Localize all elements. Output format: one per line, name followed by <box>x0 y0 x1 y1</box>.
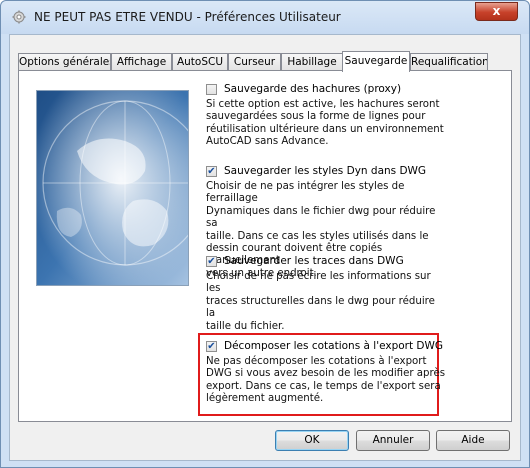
option-decompose-dimensions: ✔ Décomposer les cotations à l'export DW… <box>206 340 446 406</box>
tab-autoscu[interactable]: AutoSCU <box>172 53 228 70</box>
checkbox-label: Sauvegarder les styles Dyn dans DWG <box>224 165 427 177</box>
globe-map-icon <box>37 91 188 285</box>
checkbox-dyn-styles[interactable]: ✔ <box>206 166 217 177</box>
description-line: DWG si vous avez besoin de les modifier … <box>206 368 446 380</box>
tab-affichage[interactable]: Affichage <box>111 53 172 70</box>
description-line: réutilisation ultérieure dans un environ… <box>206 123 444 135</box>
description-line: AutoCAD sans Advance. <box>206 136 329 148</box>
description-line: Dynamiques dans le fichier dwg pour rédu… <box>206 205 436 230</box>
description-line: taille. Dans ce cas les styles utilisés … <box>206 230 429 242</box>
checkbox-decompose-dimensions[interactable]: ✔ <box>206 341 217 352</box>
description-line: Choisir de ne pas intégrer les styles de… <box>206 181 405 205</box>
close-button[interactable]: x <box>475 2 518 21</box>
description-line: sauvegardées sous la forme de lignes pou… <box>206 111 426 123</box>
description-line: Ne pas décomposer les cotations à l'expo… <box>206 356 427 367</box>
option-traces: ✔ Sauvegarder les traces dans DWG Choisi… <box>206 255 446 333</box>
tab-options-generales[interactable]: Options générales <box>18 53 111 70</box>
globe-illustration <box>36 90 189 286</box>
title-bar[interactable]: NE PEUT PAS ETRE VENDU - Préférences Uti… <box>1 1 529 34</box>
description-line: Si cette option est active, les hachures… <box>206 99 440 110</box>
tab-habillage[interactable]: Habillage <box>281 53 343 70</box>
description-line: traces structurelles dans le dwg pour ré… <box>206 295 435 320</box>
checkbox-label: Sauvegarde des hachures (proxy) <box>224 83 402 95</box>
app-gear-icon <box>12 10 26 24</box>
tab-sauvegarde[interactable]: Sauvegarde <box>342 51 410 72</box>
option-description: Si cette option est active, les hachures… <box>206 99 446 149</box>
checkbox-hatch-proxy[interactable] <box>206 84 217 95</box>
checkbox-label: Décomposer les cotations à l'export DWG <box>224 340 444 352</box>
help-button[interactable]: Aide <box>436 430 510 451</box>
description-line: Choisir de ne pas écrire les information… <box>206 271 431 295</box>
ok-button[interactable]: OK <box>275 430 349 451</box>
tab-curseur[interactable]: Curseur <box>228 53 281 70</box>
option-description: Choisir de ne pas écrire les information… <box>206 271 446 333</box>
option-hatch-proxy: Sauvegarde des hachures (proxy) Si cette… <box>206 83 446 149</box>
tab-requalification[interactable]: Requalification <box>410 53 488 70</box>
description-line: taille du fichier. <box>206 320 285 332</box>
checkbox-traces[interactable]: ✔ <box>206 256 217 267</box>
window-title: NE PEUT PAS ETRE VENDU - Préférences Uti… <box>34 10 341 24</box>
cancel-button[interactable]: Annuler <box>356 430 430 451</box>
checkbox-label: Sauvegarder les traces dans DWG <box>224 255 404 267</box>
description-line: légèrement augmenté. <box>206 393 324 405</box>
option-description: Ne pas décomposer les cotations à l'expo… <box>206 356 446 406</box>
description-line: export. Dans ce cas, le temps de l'expor… <box>206 380 441 392</box>
